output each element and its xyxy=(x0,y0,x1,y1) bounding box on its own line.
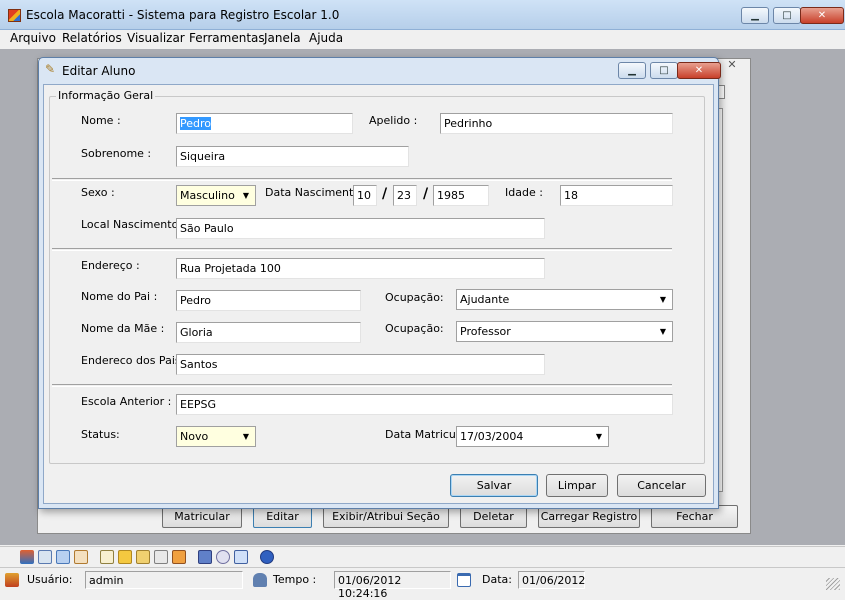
cancelar-button[interactable]: Cancelar xyxy=(617,474,706,497)
chevron-down-icon[interactable]: ▼ xyxy=(238,428,254,445)
local-nascimento-field[interactable]: São Paulo xyxy=(176,218,545,239)
menu-ferramentas[interactable]: Ferramentas xyxy=(189,31,265,45)
edit-icon[interactable] xyxy=(74,550,88,564)
idade-field[interactable]: 18 xyxy=(560,185,673,206)
background-form-close-icon[interactable]: ✕ xyxy=(722,58,742,72)
data-nascimento-label: Data Nascimento : xyxy=(265,186,368,199)
ocupacao-mae-value: Professor xyxy=(460,325,511,338)
tempo-value: 01/06/2012 10:24:16 xyxy=(334,571,451,600)
menu-arquivo[interactable]: Arquivo xyxy=(10,31,56,45)
date-separator: / xyxy=(382,186,388,202)
separator xyxy=(52,384,672,387)
sexo-value: Masculino xyxy=(180,189,235,202)
dia-field[interactable]: 10 xyxy=(353,185,377,206)
nome-label: Nome : xyxy=(81,114,121,127)
menu-bar: Arquivo Relatórios Visualizar Ferramenta… xyxy=(0,30,845,49)
dialog-maximize-button[interactable]: □ xyxy=(650,62,678,79)
ocupacao-pai-combobox[interactable]: Ajudante ▼ xyxy=(456,289,673,310)
data-matricula-picker[interactable]: 17/03/2004 ▼ xyxy=(456,426,609,447)
group-title: Informação Geral xyxy=(56,89,156,102)
tempo-label: Tempo : xyxy=(273,573,317,586)
chevron-down-icon[interactable]: ▼ xyxy=(238,187,254,204)
users-icon[interactable] xyxy=(20,550,34,564)
status-combobox[interactable]: Novo ▼ xyxy=(176,426,256,447)
menu-ajuda[interactable]: Ajuda xyxy=(309,31,343,45)
main-minimize-button[interactable]: ▁ xyxy=(741,7,769,24)
ano-field[interactable]: 1985 xyxy=(433,185,489,206)
cd-icon[interactable] xyxy=(216,550,230,564)
book-icon[interactable] xyxy=(198,550,212,564)
refresh-icon[interactable] xyxy=(154,550,168,564)
separator xyxy=(52,178,672,181)
menu-visualizar[interactable]: Visualizar xyxy=(127,31,185,45)
app-icon xyxy=(8,9,21,22)
sexo-combobox[interactable]: Masculino ▼ xyxy=(176,185,256,206)
date-separator: / xyxy=(423,186,429,202)
user-icon xyxy=(5,573,19,587)
folder-icon[interactable] xyxy=(118,550,132,564)
nome-field[interactable]: Pedro xyxy=(176,113,353,134)
calendar-icon xyxy=(457,573,471,587)
data-value: 01/06/2012 xyxy=(518,571,585,589)
report-icon[interactable] xyxy=(100,550,114,564)
limpar-button[interactable]: Limpar xyxy=(546,474,608,497)
usuario-label: Usuário: xyxy=(27,573,73,586)
help-icon[interactable] xyxy=(260,550,274,564)
print-icon[interactable] xyxy=(172,550,186,564)
usuario-value: admin xyxy=(85,571,243,589)
dialog-minimize-button[interactable]: ▁ xyxy=(618,62,646,79)
nome-value: Pedro xyxy=(180,117,212,130)
data-label: Data: xyxy=(482,573,512,586)
separator xyxy=(52,248,672,251)
ocupacao-mae-label: Ocupação: xyxy=(385,322,444,335)
pencil-icon: ✎ xyxy=(45,62,56,76)
chevron-down-icon[interactable]: ▼ xyxy=(655,291,671,308)
export-icon[interactable] xyxy=(136,550,150,564)
nome-pai-field[interactable]: Pedro xyxy=(176,290,361,311)
status-label: Status: xyxy=(81,428,120,441)
sobrenome-field[interactable]: Siqueira xyxy=(176,146,409,167)
main-maximize-button[interactable]: □ xyxy=(773,7,801,24)
endereco-label: Endereço : xyxy=(81,259,140,272)
mes-field[interactable]: 23 xyxy=(393,185,417,206)
data-matricula-value: 17/03/2004 xyxy=(460,430,524,443)
status-value: Novo xyxy=(180,430,209,443)
nome-mae-field[interactable]: Gloria xyxy=(176,322,361,343)
apelido-label: Apelido : xyxy=(369,114,418,127)
main-window-title: Escola Macoratti - Sistema para Registro… xyxy=(26,8,340,22)
endereco-pais-label: Endereco dos Pais: xyxy=(81,354,185,367)
escola-anterior-field[interactable]: EEPSG xyxy=(176,394,673,415)
ocupacao-pai-label: Ocupação: xyxy=(385,291,444,304)
chevron-down-icon[interactable]: ▼ xyxy=(655,323,671,340)
endereco-field[interactable]: Rua Projetada 100 xyxy=(176,258,545,279)
ocupacao-mae-combobox[interactable]: Professor ▼ xyxy=(456,321,673,342)
window-icon[interactable] xyxy=(234,550,248,564)
shield-icon xyxy=(253,573,267,587)
idade-label: Idade : xyxy=(505,186,543,199)
dialog-close-button[interactable]: ✕ xyxy=(677,62,721,79)
main-close-button[interactable]: ✕ xyxy=(800,7,844,24)
resize-grip[interactable] xyxy=(826,578,840,590)
nome-mae-label: Nome da Mãe : xyxy=(81,322,165,335)
menu-relatorios[interactable]: Relatórios xyxy=(62,31,122,45)
endereco-pais-field[interactable]: Santos xyxy=(176,354,545,375)
list-icon[interactable] xyxy=(38,550,52,564)
network-icon[interactable] xyxy=(56,550,70,564)
nome-pai-label: Nome do Pai : xyxy=(81,290,158,303)
sobrenome-label: Sobrenome : xyxy=(81,147,152,160)
escola-anterior-label: Escola Anterior : xyxy=(81,395,172,408)
menu-janela[interactable]: Janela xyxy=(264,31,301,45)
chevron-down-icon[interactable]: ▼ xyxy=(591,428,607,445)
dialog-title: Editar Aluno xyxy=(62,64,136,78)
salvar-button[interactable]: Salvar xyxy=(450,474,538,497)
local-nascimento-label: Local Nascimento : xyxy=(81,218,186,231)
ocupacao-pai-value: Ajudante xyxy=(460,293,510,306)
sexo-label: Sexo : xyxy=(81,186,115,199)
apelido-field[interactable]: Pedrinho xyxy=(440,113,673,134)
